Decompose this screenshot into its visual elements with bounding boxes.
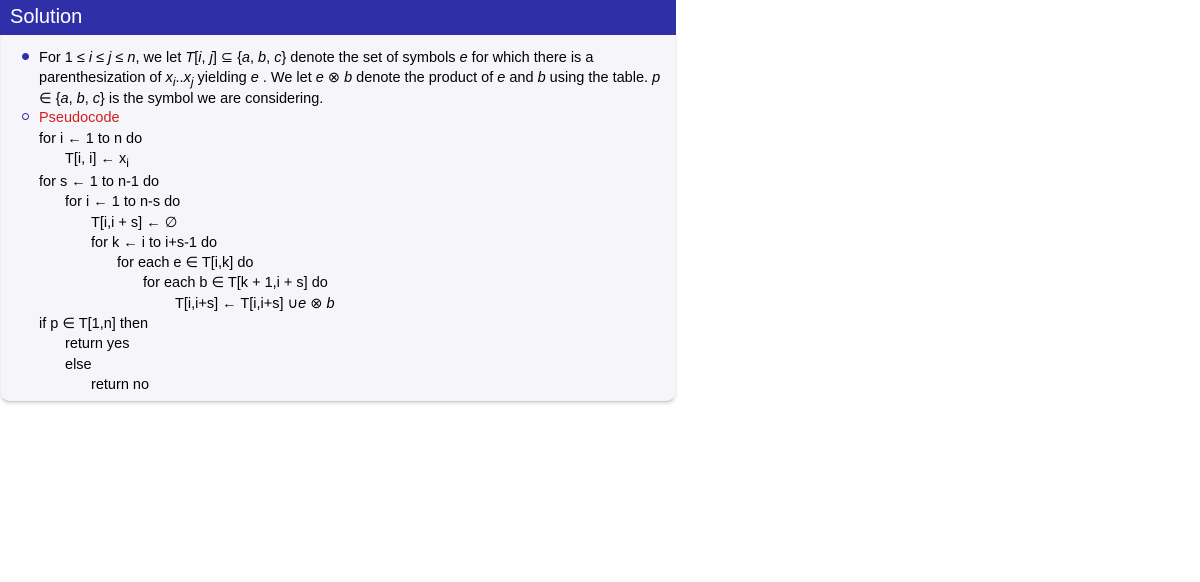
pseudocode-line: for each b ∈ T[k + 1,i + s] do <box>39 273 665 293</box>
bullet-item: Pseudocode <box>11 109 665 129</box>
bullet-dot-icon <box>11 109 39 129</box>
pseudocode-line: T[i, i] ← xi <box>39 149 665 172</box>
pseudocode-line: for each e ∈ T[i,k] do <box>39 253 665 273</box>
pseudocode-line: for k ← i to i+s-1 do <box>39 233 665 253</box>
pseudocode-line: T[i,i+s] ← T[i,i+s] ∪e ⊗ b <box>39 294 665 314</box>
bullet-text: For 1 ≤ i ≤ j ≤ n, we let T[i, j] ⊆ {a, … <box>39 49 665 109</box>
pseudocode-line: return yes <box>39 334 665 354</box>
pseudocode-line: if p ∈ T[1,n] then <box>39 314 665 334</box>
bullet-text: Pseudocode <box>39 109 665 129</box>
bullet-dot-icon <box>11 49 39 109</box>
pseudocode-line: for i ← 1 to n-s do <box>39 192 665 212</box>
pseudocode-line: for i ← 1 to n do <box>39 129 665 149</box>
slide: Solution For 1 ≤ i ≤ j ≤ n, we let T[i, … <box>0 0 676 402</box>
slide-title: Solution <box>0 0 676 35</box>
slide-body: For 1 ≤ i ≤ j ≤ n, we let T[i, j] ⊆ {a, … <box>0 35 676 402</box>
pseudocode-line: else <box>39 355 665 375</box>
pseudocode-block: for i ← 1 to n doT[i, i] ← xifor s ← 1 t… <box>39 129 665 395</box>
pseudocode-line: return no <box>39 375 665 395</box>
pseudocode-line: for s ← 1 to n-1 do <box>39 172 665 192</box>
bullet-item: For 1 ≤ i ≤ j ≤ n, we let T[i, j] ⊆ {a, … <box>11 49 665 109</box>
bullet-list: For 1 ≤ i ≤ j ≤ n, we let T[i, j] ⊆ {a, … <box>11 49 665 129</box>
pseudocode-line: T[i,i + s] ← ∅ <box>39 213 665 233</box>
